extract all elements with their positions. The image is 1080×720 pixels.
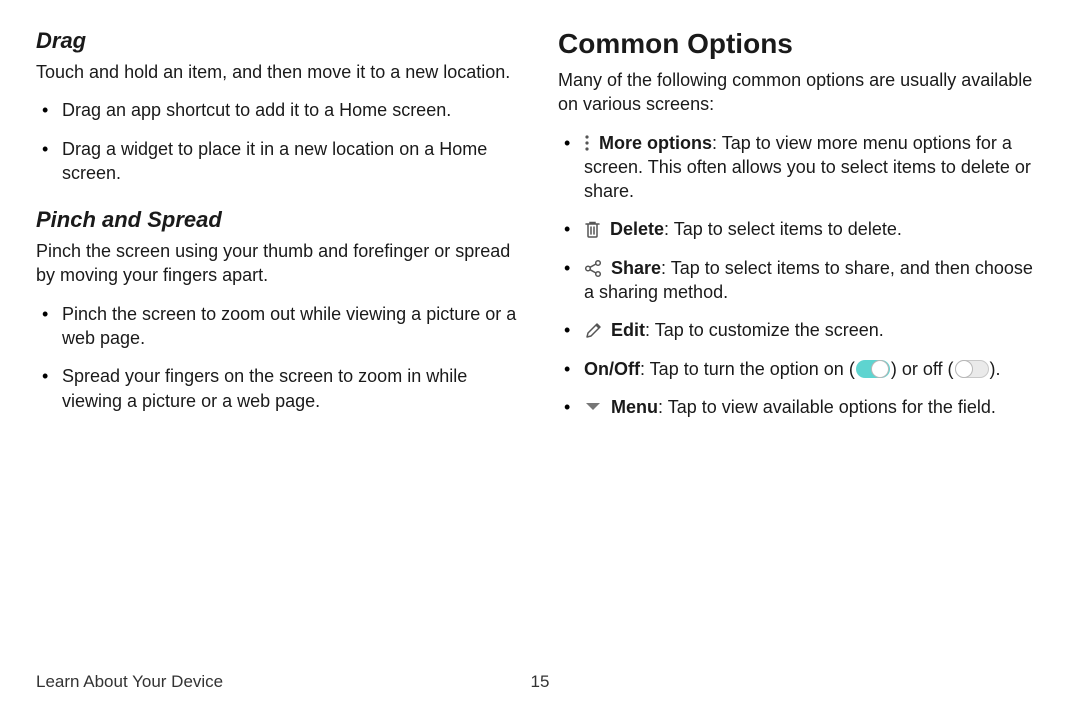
option-term: More options bbox=[599, 133, 712, 153]
pinch-list: Pinch the screen to zoom out while viewi… bbox=[36, 302, 522, 413]
common-options-intro: Many of the following common options are… bbox=[558, 68, 1044, 117]
left-column: Drag Touch and hold an item, and then mo… bbox=[36, 28, 522, 433]
list-item: Drag a widget to place it in a new locat… bbox=[62, 137, 522, 186]
pinch-intro: Pinch the screen using your thumb and fo… bbox=[36, 239, 522, 288]
option-text: : Tap to view available options for the … bbox=[658, 397, 996, 417]
menu-dropdown-icon bbox=[584, 401, 602, 413]
option-text-mid: ) or off ( bbox=[891, 359, 954, 379]
more-options-icon bbox=[584, 134, 590, 152]
option-share: Share: Tap to select items to share, and… bbox=[584, 256, 1044, 305]
option-term: Menu bbox=[611, 397, 658, 417]
edit-icon bbox=[584, 321, 602, 340]
share-icon bbox=[584, 259, 602, 278]
option-text: : Tap to customize the screen. bbox=[645, 320, 884, 340]
delete-icon bbox=[584, 220, 601, 239]
option-text-pre: : Tap to turn the option on ( bbox=[640, 359, 855, 379]
option-term: Share bbox=[611, 258, 661, 278]
options-list: More options: Tap to view more menu opti… bbox=[558, 131, 1044, 420]
toggle-off-icon bbox=[955, 360, 989, 378]
option-term: On/Off bbox=[584, 359, 640, 379]
drag-intro: Touch and hold an item, and then move it… bbox=[36, 60, 522, 84]
option-text: : Tap to select items to delete. bbox=[664, 219, 902, 239]
common-options-heading: Common Options bbox=[558, 28, 1044, 60]
option-edit: Edit: Tap to customize the screen. bbox=[584, 318, 1044, 342]
pinch-heading: Pinch and Spread bbox=[36, 207, 522, 233]
page-footer: Learn About Your Device 15 bbox=[36, 672, 1044, 692]
drag-heading: Drag bbox=[36, 28, 522, 54]
footer-section-label: Learn About Your Device bbox=[36, 672, 223, 691]
drag-list: Drag an app shortcut to add it to a Home… bbox=[36, 98, 522, 185]
right-column: Common Options Many of the following com… bbox=[558, 28, 1044, 433]
option-term: Edit bbox=[611, 320, 645, 340]
list-item: Drag an app shortcut to add it to a Home… bbox=[62, 98, 522, 122]
option-menu: Menu: Tap to view available options for … bbox=[584, 395, 1044, 419]
list-item: Pinch the screen to zoom out while viewi… bbox=[62, 302, 522, 351]
toggle-on-icon bbox=[856, 360, 890, 378]
page-number: 15 bbox=[531, 672, 550, 692]
option-delete: Delete: Tap to select items to delete. bbox=[584, 217, 1044, 241]
page-body: Drag Touch and hold an item, and then mo… bbox=[0, 0, 1080, 433]
option-term: Delete bbox=[610, 219, 664, 239]
option-onoff: On/Off: Tap to turn the option on ( ) or … bbox=[584, 357, 1044, 381]
list-item: Spread your fingers on the screen to zoo… bbox=[62, 364, 522, 413]
option-text-post: ). bbox=[990, 359, 1001, 379]
option-more: More options: Tap to view more menu opti… bbox=[584, 131, 1044, 204]
